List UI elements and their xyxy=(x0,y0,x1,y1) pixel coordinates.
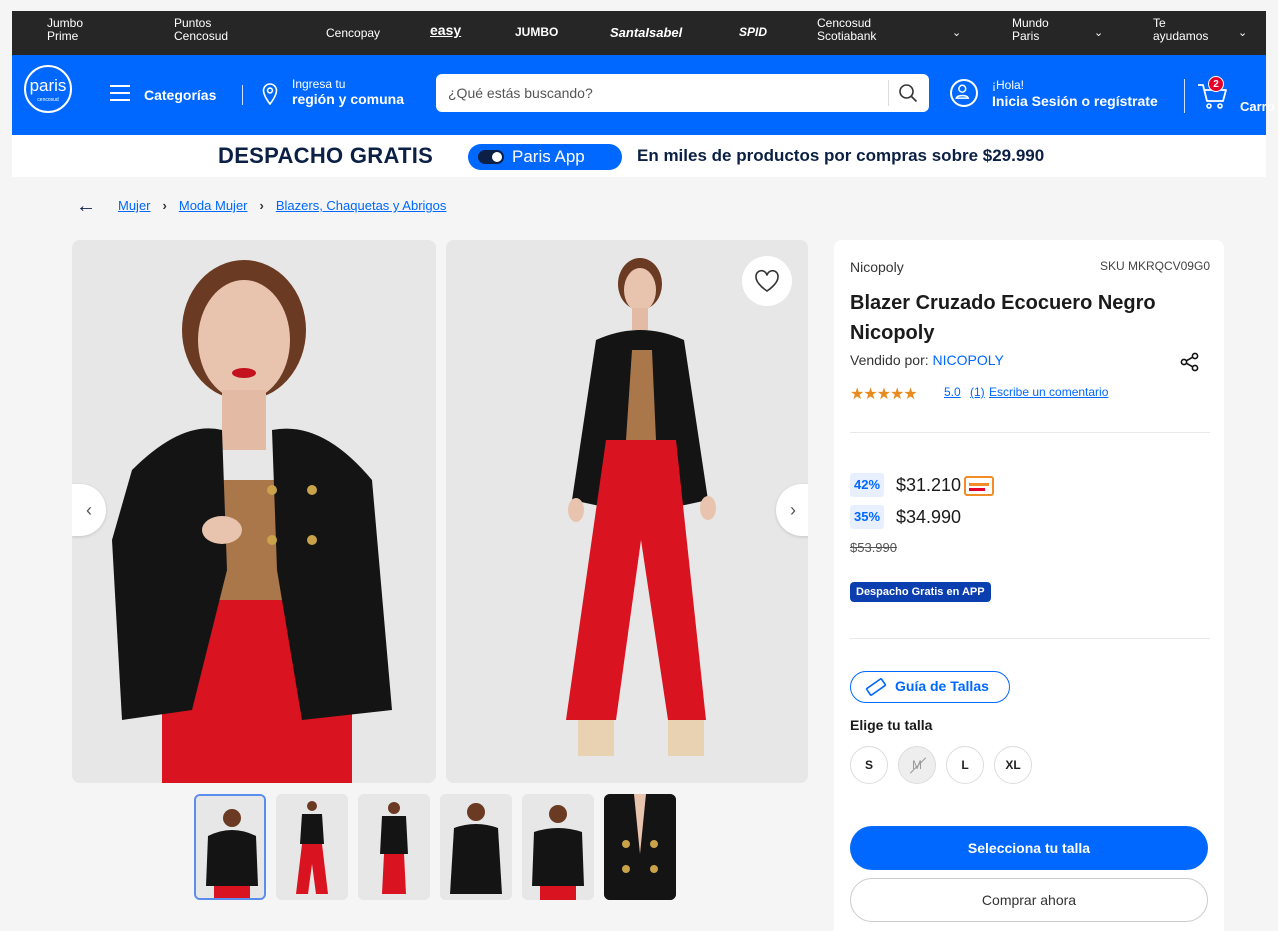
breadcrumb: ← Mujer › Moda Mujer › Blazers, Chaqueta… xyxy=(76,196,447,216)
card-price: $31.210 xyxy=(896,475,962,495)
ruler-icon xyxy=(865,678,887,696)
logo-sub: cencosud xyxy=(37,97,59,103)
topbar-mundo-paris[interactable]: Mundo Paris xyxy=(1012,17,1049,43)
search-icon[interactable] xyxy=(898,83,918,103)
product-image-closeup[interactable]: ‹ xyxy=(72,240,436,783)
paris-app-pill: Paris App xyxy=(468,144,622,170)
promo-headline: DESPACHO GRATIS xyxy=(218,143,434,168)
size-option-s[interactable]: S xyxy=(850,746,888,784)
label: Scotiabank xyxy=(817,29,877,43)
product-brand[interactable]: Nicopoly xyxy=(850,259,904,275)
region-selector[interactable]: Ingresa tu región y comuna xyxy=(292,77,404,107)
thumbnail-6[interactable] xyxy=(604,794,676,900)
size-option-m: M xyxy=(898,746,936,784)
topbar-jumbo[interactable]: JUMBO xyxy=(515,26,558,39)
thumbnail-4[interactable] xyxy=(440,794,512,900)
cart-label[interactable]: Carro xyxy=(1240,99,1275,114)
chevron-right-icon: › xyxy=(259,198,264,213)
promo-amount: $29.990 xyxy=(982,146,1045,165)
user-icon[interactable] xyxy=(950,79,978,107)
pill-label: Paris App xyxy=(512,147,585,166)
divider xyxy=(850,432,1210,433)
rating-stars: ★★★★★ xyxy=(850,386,918,403)
paris-logo[interactable]: paris cencosud xyxy=(24,65,72,113)
shipping-badge: Despacho Gratis en APP xyxy=(850,582,991,602)
region-line2: región y comuna xyxy=(292,91,405,107)
product-photo-closeup xyxy=(72,240,436,783)
internet-price: $34.990 xyxy=(896,507,962,527)
rating-count[interactable]: (1) xyxy=(970,385,985,399)
product-image-full[interactable]: › xyxy=(446,240,808,783)
greeting: ¡Hola! xyxy=(992,78,1025,92)
size-option-l[interactable]: L xyxy=(946,746,984,784)
thumbnail-2[interactable] xyxy=(276,794,348,900)
menu-icon[interactable] xyxy=(110,85,130,101)
topbar-spid[interactable]: SPID xyxy=(739,26,767,39)
main-header: paris cencosud Categorías Ingresa tu reg… xyxy=(12,55,1275,135)
size-option-xl[interactable]: XL xyxy=(994,746,1032,784)
location-pin-icon xyxy=(262,83,278,105)
region-line1: Ingresa tu xyxy=(292,77,346,91)
topbar-easy[interactable]: easy xyxy=(430,23,461,37)
chevron-down-icon[interactable]: ⌄ xyxy=(952,26,961,39)
product-photo-full xyxy=(446,240,808,783)
promo-banner[interactable]: DESPACHO GRATIS Paris App En miles de pr… xyxy=(12,135,1266,177)
cencosud-card-icon xyxy=(964,476,994,496)
divider xyxy=(888,80,889,106)
seller-link[interactable]: NICOPOLY xyxy=(933,352,1004,368)
search-bar xyxy=(436,74,929,112)
original-price: $53.990 xyxy=(850,540,897,555)
thumbnail-5[interactable] xyxy=(522,794,594,900)
size-guide-button[interactable]: Guía de Tallas xyxy=(850,671,1010,703)
buy-now-button[interactable]: Comprar ahora xyxy=(850,878,1208,922)
select-size-button[interactable]: Selecciona tu talla xyxy=(850,826,1208,870)
discount-badge: 35% xyxy=(850,505,885,529)
back-arrow-icon[interactable]: ← xyxy=(76,196,98,216)
topbar-te-ayudamos[interactable]: Te ayudamos xyxy=(1153,17,1208,43)
heart-icon xyxy=(755,269,779,292)
thumbnail-3[interactable] xyxy=(358,794,430,900)
product-sku: SKU MKRQCV09G0 xyxy=(1099,259,1210,273)
breadcrumb-mujer[interactable]: Mujer xyxy=(118,198,151,213)
chevron-down-icon[interactable]: ⌄ xyxy=(1094,26,1103,39)
size-guide-label: Guía de Tallas xyxy=(895,678,989,694)
wishlist-button[interactable] xyxy=(742,256,792,306)
topbar-santaisabel[interactable]: SantaIsabel xyxy=(610,26,682,39)
discount-badge: 42% xyxy=(850,473,885,497)
rating-value[interactable]: 5.0 xyxy=(944,385,961,399)
thumbnail-1[interactable] xyxy=(194,794,266,900)
product-title: Blazer Cruzado Ecocuero Negro Nicopoly xyxy=(850,292,1156,344)
search-input[interactable] xyxy=(448,83,878,103)
label: Prime xyxy=(47,29,79,43)
topbar-puntos-cencosud[interactable]: Puntos Cencosud xyxy=(174,17,228,43)
login-link[interactable]: ¡Hola! Inicia Sesión o regístrate xyxy=(992,77,1158,109)
breadcrumb-blazers[interactable]: Blazers, Chaquetas y Abrigos xyxy=(276,198,447,213)
share-icon[interactable] xyxy=(1180,352,1200,372)
label: Cencosud xyxy=(174,29,229,43)
divider xyxy=(1184,79,1185,113)
login-text: Inicia Sesión o regístrate xyxy=(992,93,1158,109)
toggle-icon xyxy=(478,150,504,164)
label: ayudamos xyxy=(1153,29,1209,43)
sold-by: Vendido por: NICOPOLY xyxy=(850,352,1004,368)
write-review-link[interactable]: Escribe un comentario xyxy=(989,385,1108,399)
chevron-down-icon[interactable]: ⌄ xyxy=(1238,26,1247,39)
sold-by-label: Vendido por: xyxy=(850,352,933,368)
categories-button[interactable]: Categorías xyxy=(144,87,216,103)
product-info-panel: Nicopoly SKU MKRQCV09G0 Blazer Cruzado E… xyxy=(834,240,1224,931)
topbar-cencopay[interactable]: Cencopay xyxy=(326,27,380,40)
breadcrumb-moda-mujer[interactable]: Moda Mujer xyxy=(179,198,248,213)
divider xyxy=(850,638,1210,639)
cart-count-badge: 2 xyxy=(1208,76,1224,92)
topbar-cencosud-scotiabank[interactable]: Cencosud Scotiabank xyxy=(817,17,876,43)
divider xyxy=(242,85,243,105)
promo-text: En miles de productos por compras sobre … xyxy=(637,146,1044,166)
topbar-jumbo-prime[interactable]: Jumbo Prime xyxy=(47,17,83,43)
choose-size-label: Elige tu talla xyxy=(850,717,933,733)
label: Paris xyxy=(1012,29,1040,43)
top-brand-bar: Jumbo Prime Puntos Cencosud Cencopay easy … xyxy=(12,11,1266,55)
chevron-right-icon: › xyxy=(162,198,167,213)
promo-rest: En miles de productos por compras sobre xyxy=(637,146,983,165)
